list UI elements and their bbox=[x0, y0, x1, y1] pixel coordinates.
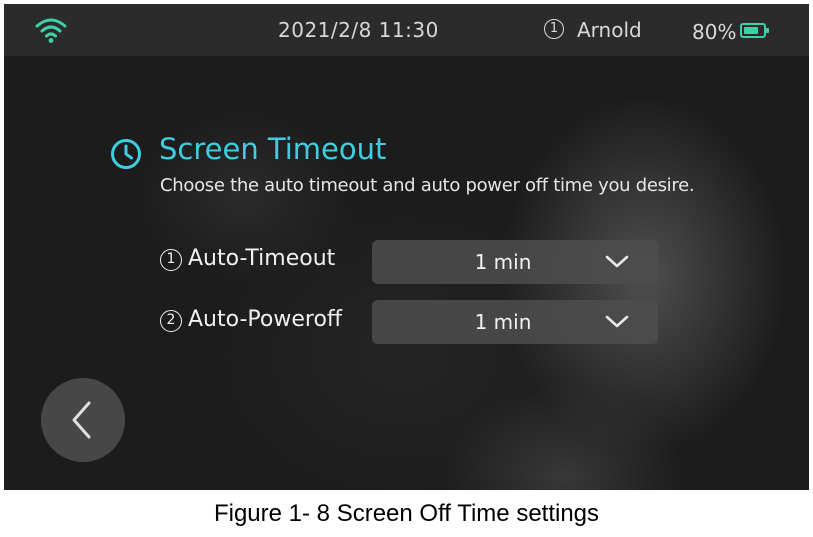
back-button[interactable] bbox=[41, 378, 125, 462]
auto-timeout-value: 1 min bbox=[474, 250, 532, 274]
status-datetime: 2021/2/8 11:30 bbox=[278, 18, 439, 42]
status-bar: 2021/2/8 11:30 1 Arnold 80% bbox=[4, 4, 809, 56]
chevron-down-icon bbox=[605, 315, 629, 328]
status-user-name: Arnold bbox=[577, 18, 642, 42]
chevron-down-icon bbox=[605, 255, 629, 268]
auto-poweroff-text: Auto-Poweroff bbox=[188, 307, 343, 332]
wifi-icon bbox=[35, 18, 67, 43]
auto-timeout-text: Auto-Timeout bbox=[188, 246, 336, 271]
section-description: Choose the auto timeout and auto power o… bbox=[160, 175, 695, 196]
auto-timeout-dropdown[interactable]: 1 min bbox=[372, 240, 658, 284]
auto-timeout-label: 1 Auto-Timeout bbox=[160, 246, 335, 271]
figure-caption: Figure 1- 8 Screen Off Time settings bbox=[213, 500, 600, 527]
clock-icon bbox=[111, 139, 141, 169]
chevron-left-icon bbox=[72, 401, 91, 439]
device-screen: 2021/2/8 11:30 1 Arnold 80% Screen Timeo… bbox=[4, 4, 809, 490]
auto-poweroff-label: 2 Auto-Poweroff bbox=[160, 307, 342, 332]
battery-icon bbox=[740, 23, 769, 38]
number-badge: 2 bbox=[160, 310, 182, 332]
auto-poweroff-value: 1 min bbox=[474, 310, 532, 334]
auto-poweroff-dropdown[interactable]: 1 min bbox=[372, 300, 658, 344]
battery-percentage: 80% bbox=[692, 20, 737, 44]
number-badge: 1 bbox=[160, 249, 182, 271]
section-title: Screen Timeout bbox=[159, 132, 387, 166]
user-icon: 1 bbox=[544, 19, 564, 39]
